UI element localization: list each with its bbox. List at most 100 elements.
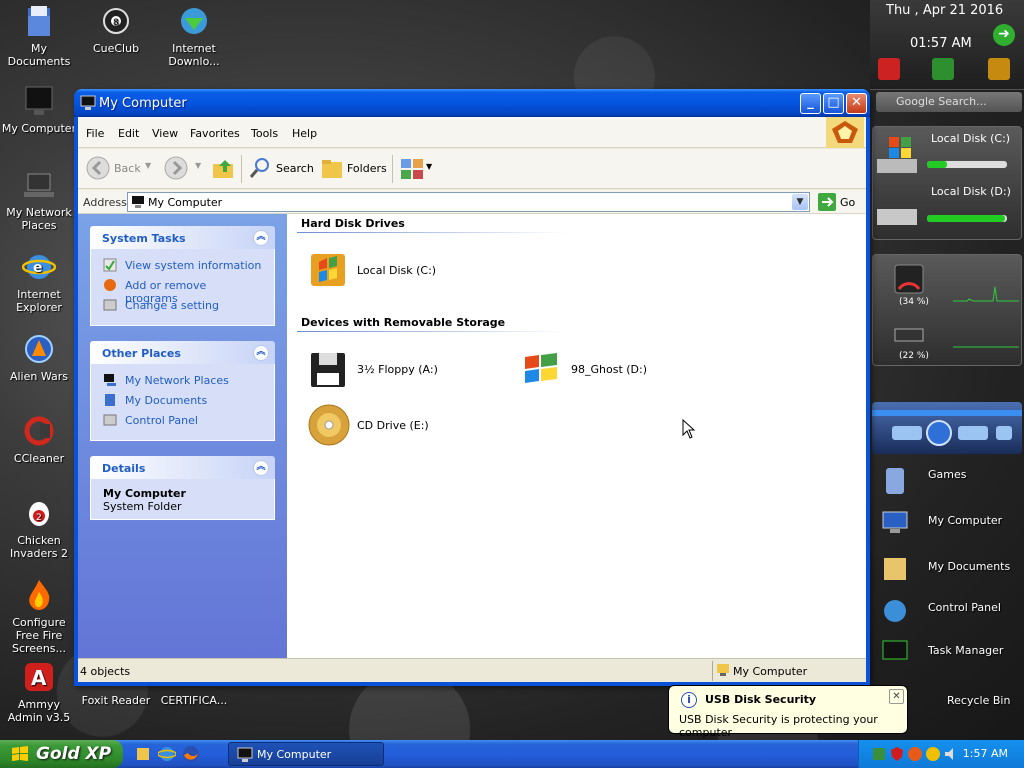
place-my-documents[interactable]: My Documents [103, 392, 262, 412]
menu-tools[interactable]: Tools [251, 127, 278, 140]
desktop-icon-free-fire-screensaver[interactable]: Configure Free Fire Screens... [0, 578, 78, 655]
launcher-task-manager[interactable]: Task Manager [928, 644, 1003, 657]
drive-local-disk-c[interactable]: Local Disk (C:) [307, 248, 467, 296]
folders-icon[interactable] [320, 156, 344, 180]
back-button-label[interactable]: Back [114, 162, 141, 175]
desktop-icon-label: Configure Free Fire Screens... [11, 616, 67, 655]
google-search-input[interactable]: Google Search... [876, 92, 1022, 112]
place-control-panel[interactable]: Control Panel [103, 412, 262, 432]
desktop-icon-label: Chicken Invaders 2 [10, 534, 68, 560]
desktop-icon-alien-wars[interactable]: Alien Wars [0, 332, 78, 383]
taskbar-button-my-computer[interactable]: My Computer [228, 742, 384, 766]
desktop-icon-cueclub[interactable]: 8 CueClub [77, 4, 155, 55]
forward-dropdown-icon[interactable]: ▼ [195, 161, 201, 170]
other-places-header[interactable]: Other Places ︽ [90, 341, 275, 364]
drive-cd-e[interactable]: CD Drive (E:) [307, 403, 477, 451]
content-pane: Hard Disk Drives Local Disk (C:) Devices… [287, 214, 866, 658]
menu-favorites[interactable]: Favorites [190, 127, 240, 140]
play-icon[interactable] [926, 420, 952, 446]
collapse-chevron-icon[interactable]: ︽ [253, 460, 269, 476]
desktop-icon-internet-explorer[interactable]: e Internet Explorer [0, 250, 78, 314]
desktop-icon-my-computer[interactable]: My Computer [0, 84, 78, 135]
power-off-icon[interactable] [878, 58, 900, 80]
cpu-percent: (34 %) [899, 297, 929, 307]
drive-98ghost-d[interactable]: 98_Ghost (D:) [519, 347, 699, 395]
task-add-remove-programs[interactable]: Add or remove programs [103, 277, 262, 305]
internet-explorer-icon[interactable] [158, 745, 176, 763]
chicken-invaders-icon: 2 [29, 502, 49, 526]
floppy-disk-icon [311, 353, 345, 387]
views-dropdown-icon[interactable]: ▼ [426, 162, 432, 171]
launcher-control-panel[interactable]: Control Panel [928, 601, 1001, 614]
desktop-icon-network-places[interactable]: My Network Places [0, 168, 78, 232]
minimize-button[interactable]: _ [800, 93, 821, 114]
desktop-icon-chicken-invaders[interactable]: 2 Chicken Invaders 2 [0, 496, 78, 560]
standby-icon[interactable] [988, 58, 1010, 80]
launcher-recycle-bin[interactable]: Recycle Bin [947, 694, 1010, 707]
sidebar-time: 01:57 AM [910, 36, 972, 51]
go-button[interactable]: Go [818, 193, 864, 211]
launcher-games[interactable]: Games [928, 468, 966, 481]
desktop-icon-foxit-reader[interactable]: Foxit Reader [77, 694, 155, 707]
desktop-icon-label: Ammyy Admin v3.5 [7, 698, 71, 724]
arrow-right-icon[interactable]: ➜ [993, 24, 1015, 46]
views-icon[interactable] [400, 158, 424, 180]
task-change-setting[interactable]: Change a setting [103, 297, 262, 317]
launcher-my-computer[interactable]: My Computer [928, 514, 1002, 527]
search-button-label[interactable]: Search [276, 162, 314, 175]
collapse-chevron-icon[interactable]: ︽ [253, 345, 269, 361]
desktop-icon-ammyy-admin[interactable]: A Ammyy Admin v3.5 [0, 660, 78, 724]
back-dropdown-icon[interactable]: ▼ [145, 161, 151, 170]
search-icon[interactable] [248, 156, 272, 180]
desktop-icon-my-documents[interactable]: My Documents [0, 4, 78, 68]
previous-icon[interactable] [892, 426, 922, 440]
desktop-icon-ccleaner[interactable]: CCleaner [0, 414, 78, 465]
desktop-icon-certificate[interactable]: CERTIFICA... [155, 694, 233, 707]
task-view-system-information[interactable]: View system information [103, 257, 262, 277]
status-bar: 4 objects My Computer [78, 658, 866, 682]
control-panel-icon [884, 600, 906, 622]
status-location: My Computer [733, 665, 808, 678]
launcher-my-documents[interactable]: My Documents [928, 560, 1010, 573]
window-titlebar[interactable]: My Computer _ □ ✕ [74, 89, 870, 117]
collapse-chevron-icon[interactable]: ︽ [253, 230, 269, 246]
drive-floppy-a[interactable]: 3½ Floppy (A:) [307, 347, 477, 395]
task-label: View system information [125, 259, 262, 272]
menu-help[interactable]: Help [292, 127, 317, 140]
media-progress-bar[interactable] [872, 410, 1022, 416]
close-button[interactable]: ✕ [846, 93, 867, 114]
start-button[interactable]: Gold XP [0, 740, 123, 768]
up-folder-icon[interactable] [211, 156, 235, 180]
show-desktop-icon[interactable] [136, 746, 150, 762]
menu-edit[interactable]: Edit [118, 127, 139, 140]
back-icon[interactable] [86, 156, 110, 180]
usb-security-tray-icon[interactable] [871, 746, 887, 762]
maximize-button[interactable]: □ [823, 93, 844, 114]
drive-icon [877, 209, 917, 225]
desktop-icon-idm[interactable]: Internet Downlo... [155, 4, 233, 68]
address-input[interactable]: My Computer ▼ [127, 192, 810, 212]
details-header[interactable]: Details ︽ [90, 456, 275, 479]
desktop-icon-label: Alien Wars [9, 370, 69, 383]
network-icon [104, 374, 116, 386]
address-dropdown-icon[interactable]: ▼ [792, 194, 808, 210]
system-tasks-header[interactable]: System Tasks ︽ [90, 226, 275, 249]
volume-tray-icon[interactable] [943, 746, 959, 762]
forward-icon[interactable] [164, 156, 188, 180]
place-my-network-places[interactable]: My Network Places [103, 372, 262, 392]
messenger-tray-icon[interactable] [925, 746, 941, 762]
app-tray-icon[interactable] [907, 746, 923, 762]
restart-icon[interactable] [932, 58, 954, 80]
firefox-icon[interactable] [182, 745, 200, 763]
launcher-label: Games [928, 468, 967, 481]
mouse-cursor-icon [682, 419, 696, 439]
folders-button-label[interactable]: Folders [347, 162, 387, 175]
usb-security-balloon[interactable]: i USB Disk Security USB Disk Security is… [668, 685, 908, 739]
taskbar-clock[interactable]: 1:57 AM [963, 747, 1008, 760]
menu-view[interactable]: View [152, 127, 178, 140]
menu-file[interactable]: File [86, 127, 104, 140]
balloon-close-button[interactable]: ✕ [889, 689, 904, 704]
next-icon[interactable] [958, 426, 988, 440]
eject-icon[interactable] [996, 426, 1012, 440]
shield-tray-icon[interactable] [889, 746, 905, 762]
